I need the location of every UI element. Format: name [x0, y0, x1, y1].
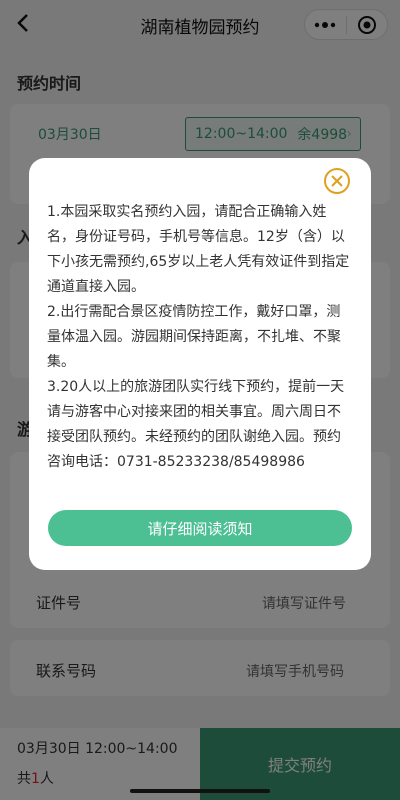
notice-item: 2.出行需配合景区疫情防控工作，戴好口罩，测量体温入园。游园期间保持距离，不扎堆… — [47, 304, 341, 370]
read-notice-button[interactable]: 请仔细阅读须知 — [48, 510, 352, 546]
close-circle-icon — [324, 168, 350, 194]
notice-item: 1.本园采取实名预约入园，请配合正确输入姓名，身份证号码，手机号等信息。12岁（… — [47, 204, 350, 295]
close-modal-button[interactable] — [323, 167, 351, 195]
notice-modal: 1.本园采取实名预约入园，请配合正确输入姓名，身份证号码，手机号等信息。12岁（… — [29, 158, 371, 570]
home-indicator — [130, 789, 270, 793]
notice-text: 1.本园采取实名预约入园，请配合正确输入姓名，身份证号码，手机号等信息。12岁（… — [47, 200, 353, 475]
notice-item: 3.20人以上的旅游团队实行线下预约，提前一天请与游客中心对接来团的相关事宜。周… — [47, 379, 345, 470]
